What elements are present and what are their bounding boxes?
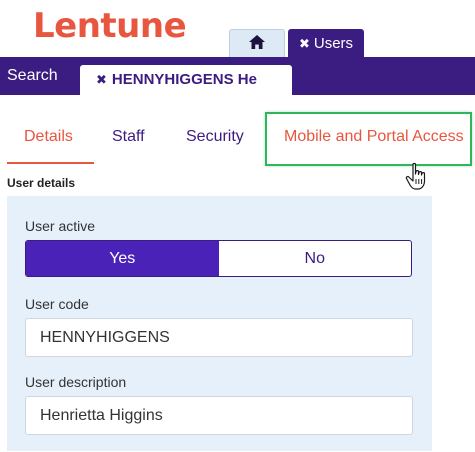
close-icon[interactable]: ✖	[299, 36, 310, 52]
tab-staff[interactable]: Staff	[112, 118, 145, 164]
tab-highlight-box	[265, 112, 472, 166]
user-code-input[interactable]	[25, 318, 413, 357]
toggle-yes-button[interactable]: Yes	[26, 241, 219, 276]
users-tab-label: Users	[313, 35, 354, 52]
navbar: Search ✖ HENNYHIGGENS He	[0, 57, 475, 95]
hand-pointer-icon	[405, 162, 431, 197]
tab-details[interactable]: Details	[7, 118, 94, 164]
user-active-label: User active	[25, 218, 96, 234]
home-tab[interactable]	[229, 29, 285, 58]
record-tab-label: HENNYHIGGENS He	[111, 71, 257, 88]
close-icon[interactable]: ✖	[96, 72, 107, 87]
lentune-logo: Lentune	[33, 6, 187, 46]
tab-security[interactable]: Security	[186, 118, 244, 164]
toggle-no-button[interactable]: No	[219, 241, 412, 276]
search-link[interactable]: Search	[7, 57, 58, 95]
user-code-label: User code	[25, 296, 89, 312]
section-title-user-details: User details	[7, 176, 76, 190]
user-description-input[interactable]	[25, 396, 413, 435]
users-tab[interactable]: ✖ Users	[288, 29, 364, 58]
user-active-toggle: Yes No	[25, 240, 412, 277]
record-tab[interactable]: ✖ HENNYHIGGENS He	[80, 65, 292, 95]
user-description-label: User description	[25, 374, 127, 390]
home-icon	[248, 34, 266, 55]
